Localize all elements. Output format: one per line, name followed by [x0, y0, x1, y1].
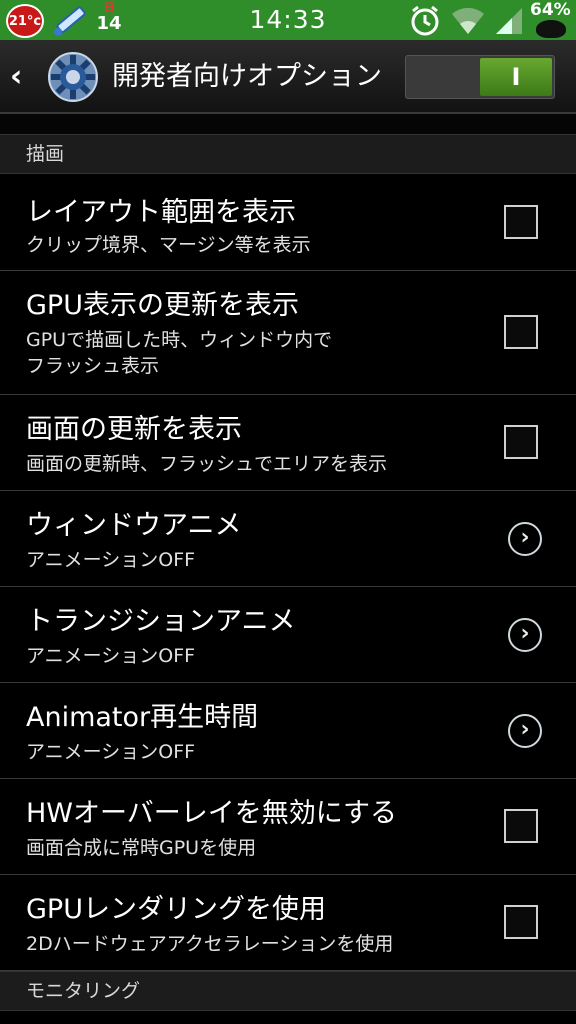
- section-header-drawing: 描画: [0, 134, 576, 174]
- item-title: レイアウト範囲を表示: [26, 197, 296, 228]
- status-bar: 21°c 日 14 14:33 64%: [0, 0, 576, 40]
- battery-indicator: 64%: [526, 0, 576, 40]
- list-item-force-gpu-rendering[interactable]: GPUレンダリングを使用 2Dハードウェアアクセラレーションを使用: [0, 875, 576, 971]
- signal-strength-icon: [496, 8, 522, 34]
- list-item-animator-duration[interactable]: Animator再生時間 アニメーションOFF ›: [0, 683, 576, 779]
- bear-mascot-icon: [536, 20, 566, 38]
- item-summary: アニメーションOFF: [26, 645, 196, 667]
- switch-knob[interactable]: I: [480, 58, 552, 96]
- scrolled-list-edge: [0, 114, 576, 134]
- item-summary: GPUで描画した時、ウィンドウ内で フラッシュ表示: [26, 329, 333, 377]
- chevron-right-icon[interactable]: ›: [508, 522, 542, 556]
- list-item-show-gpu-view-updates[interactable]: GPU表示の更新を表示 GPUで描画した時、ウィンドウ内で フラッシュ表示: [0, 271, 576, 395]
- item-title: GPU表示の更新を表示: [26, 290, 299, 321]
- section-header-monitoring: モニタリング: [0, 971, 576, 1011]
- checkbox[interactable]: [504, 425, 538, 459]
- list-item-show-surface-updates[interactable]: 画面の更新を表示 画面の更新時、フラッシュでエリアを表示: [0, 395, 576, 491]
- checkbox[interactable]: [504, 205, 538, 239]
- item-title: トランジションアニメ: [26, 606, 296, 637]
- page-title: 開発者向けオプション: [112, 61, 382, 92]
- item-title: ウィンドウアニメ: [26, 510, 242, 541]
- item-summary: アニメーションOFF: [26, 549, 196, 571]
- item-title: 画面の更新を表示: [26, 414, 242, 445]
- chevron-right-icon[interactable]: ›: [508, 618, 542, 652]
- chevron-right-icon[interactable]: ›: [508, 714, 542, 748]
- checkbox[interactable]: [504, 809, 538, 843]
- item-summary: 2Dハードウェアアクセラレーションを使用: [26, 933, 394, 955]
- item-summary: アニメーションOFF: [26, 741, 196, 763]
- list-item-show-layout-bounds[interactable]: レイアウト範囲を表示 クリップ境界、マージン等を表示: [0, 174, 576, 271]
- battery-percent: 64%: [530, 0, 571, 20]
- item-summary: 画面合成に常時GPUを使用: [26, 837, 257, 859]
- item-title: Animator再生時間: [26, 702, 259, 733]
- checkbox[interactable]: [504, 315, 538, 349]
- wifi-icon: [452, 7, 484, 34]
- item-title: GPUレンダリングを使用: [26, 894, 326, 925]
- list-item-window-animation[interactable]: ウィンドウアニメ アニメーションOFF ›: [0, 491, 576, 587]
- action-bar: ‹ 開発者向けオプション I: [0, 40, 576, 114]
- list-item-transition-animation[interactable]: トランジションアニメ アニメーションOFF ›: [0, 587, 576, 683]
- back-chevron-icon[interactable]: ‹: [10, 60, 30, 94]
- status-clock: 14:33: [249, 5, 327, 34]
- developer-options-switch[interactable]: I: [405, 55, 555, 99]
- list-item-disable-hw-overlays[interactable]: HWオーバーレイを無効にする 画面合成に常時GPUを使用: [0, 779, 576, 875]
- alarm-clock-icon: [411, 5, 439, 36]
- item-summary: 画面の更新時、フラッシュでエリアを表示: [26, 453, 388, 475]
- item-summary: クリップ境界、マージン等を表示: [26, 234, 311, 256]
- item-title: HWオーバーレイを無効にする: [26, 798, 397, 829]
- checkbox[interactable]: [504, 905, 538, 939]
- settings-gear-icon[interactable]: [46, 50, 100, 104]
